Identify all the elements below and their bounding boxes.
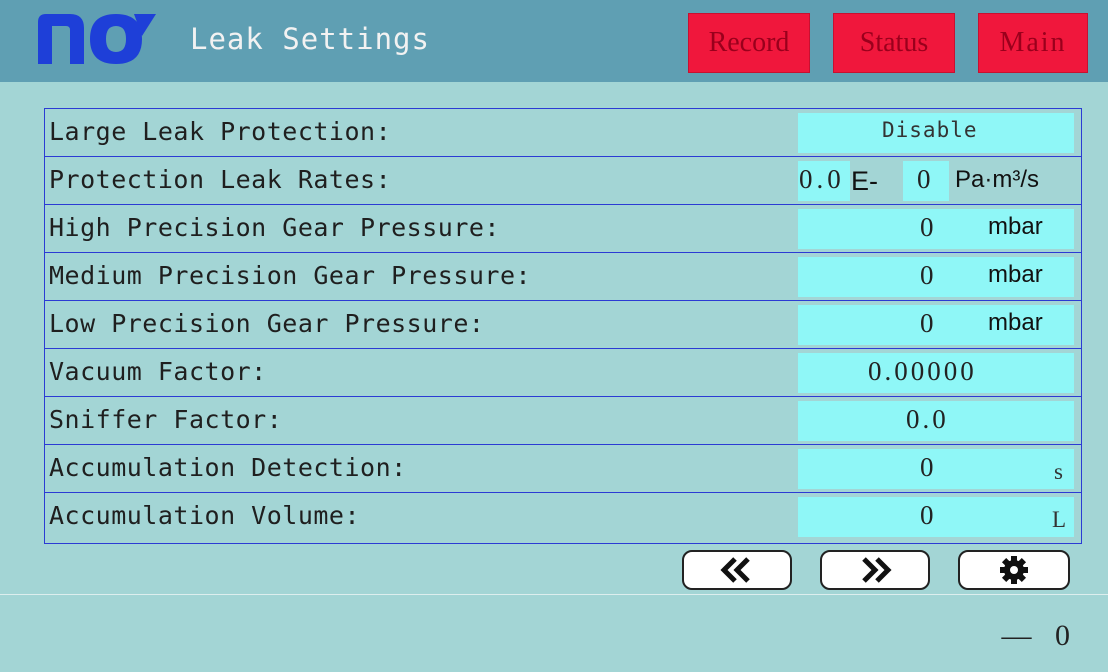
settings-table: Large Leak Protection: Disable Protectio…: [44, 108, 1082, 544]
medium-precision-pressure-label: Medium Precision Gear Pressure:: [49, 261, 532, 290]
sniffer-factor-field[interactable]: 0.0: [798, 401, 1074, 441]
accumulation-detection-value: 0: [920, 452, 934, 482]
leak-rate-exponent-sign: E-: [851, 166, 878, 196]
table-row: Sniffer Factor: 0.0: [45, 397, 1081, 445]
table-row: Medium Precision Gear Pressure: 0 mbar: [45, 253, 1081, 301]
accumulation-volume-unit: L: [1052, 507, 1067, 532]
double-chevron-left-icon: [720, 557, 750, 583]
medium-precision-pressure-field[interactable]: 0 mbar: [798, 257, 1074, 297]
record-button[interactable]: Record: [688, 13, 810, 73]
previous-page-button[interactable]: [682, 550, 792, 590]
main-button[interactable]: Main: [978, 13, 1088, 73]
settings-button[interactable]: [958, 550, 1070, 590]
medium-precision-pressure-unit: mbar: [988, 261, 1043, 288]
low-precision-pressure-value: 0: [920, 308, 934, 338]
vacuum-factor-value: 0.00000: [868, 356, 977, 386]
double-chevron-right-icon: [862, 557, 892, 583]
accumulation-detection-field[interactable]: 0 s: [798, 449, 1074, 489]
leak-rate-mantissa-field[interactable]: 0.0: [798, 161, 850, 201]
gear-icon: [1000, 556, 1028, 584]
accumulation-detection-unit: s: [1054, 459, 1063, 484]
large-leak-protection-value: Disable: [882, 118, 978, 142]
low-precision-pressure-field[interactable]: 0 mbar: [798, 305, 1074, 345]
leak-rate-exponent-field[interactable]: 0: [903, 161, 949, 201]
medium-precision-pressure-value: 0: [920, 260, 934, 290]
table-row: High Precision Gear Pressure: 0 mbar: [45, 205, 1081, 253]
table-row: Large Leak Protection: Disable: [45, 109, 1081, 157]
leak-rate-unit: Pa·m³/s: [955, 166, 1039, 193]
accumulation-volume-value: 0: [920, 500, 934, 530]
table-row: Low Precision Gear Pressure: 0 mbar: [45, 301, 1081, 349]
footer-bar: — 0: [0, 594, 1108, 672]
leak-rate-exponent-value: 0: [917, 164, 931, 194]
status-button[interactable]: Status: [833, 13, 955, 73]
table-row: Vacuum Factor: 0.00000: [45, 349, 1081, 397]
table-row: Accumulation Detection: 0 s: [45, 445, 1081, 493]
header-bar: Leak Settings Record Status Main: [0, 0, 1108, 82]
page-title: Leak Settings: [190, 22, 430, 56]
accumulation-volume-label: Accumulation Volume:: [49, 501, 361, 530]
accumulation-volume-field[interactable]: 0 L: [798, 497, 1074, 537]
accumulation-detection-label: Accumulation Detection:: [49, 453, 407, 482]
protection-leak-rates-label: Protection Leak Rates:: [49, 165, 392, 194]
vacuum-factor-label: Vacuum Factor:: [49, 357, 267, 386]
large-leak-protection-field[interactable]: Disable: [798, 113, 1074, 153]
leak-rate-mantissa-value: 0.0: [799, 164, 845, 194]
low-precision-pressure-unit: mbar: [988, 309, 1043, 336]
sniffer-factor-value: 0.0: [906, 404, 949, 434]
table-row: Protection Leak Rates: 0.0 E- 0 Pa·m³/s: [45, 157, 1081, 205]
company-logo: [38, 14, 156, 64]
footer-value: — 0: [1001, 619, 1078, 652]
sniffer-factor-label: Sniffer Factor:: [49, 405, 283, 434]
table-row: Accumulation Volume: 0 L: [45, 493, 1081, 541]
high-precision-pressure-unit: mbar: [988, 213, 1043, 240]
high-precision-pressure-value: 0: [920, 212, 934, 242]
large-leak-protection-label: Large Leak Protection:: [49, 117, 392, 146]
low-precision-pressure-label: Low Precision Gear Pressure:: [49, 309, 485, 338]
vacuum-factor-field[interactable]: 0.00000: [798, 353, 1074, 393]
high-precision-pressure-field[interactable]: 0 mbar: [798, 209, 1074, 249]
high-precision-pressure-label: High Precision Gear Pressure:: [49, 213, 500, 242]
next-page-button[interactable]: [820, 550, 930, 590]
